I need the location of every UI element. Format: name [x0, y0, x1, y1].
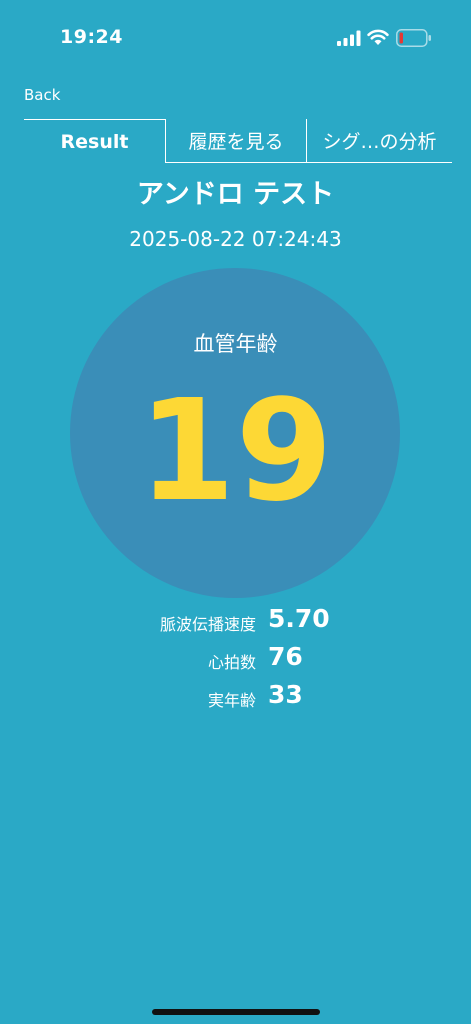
metric-actual-age: 実年齢 33: [0, 680, 471, 716]
metric-label: 実年齢: [207, 691, 256, 710]
tab-bar: Result 履歴を見る シグ…の分析: [24, 119, 452, 163]
user-name: アンドロ テスト: [136, 179, 335, 210]
metric-pwv: 脈波伝播速度 5.70: [0, 604, 471, 640]
metric-label: 脈波伝播速度: [159, 615, 256, 634]
measurement-timestamp: 2025-08-22 07:24:43: [129, 227, 342, 251]
metric-label: 心拍数: [207, 653, 256, 672]
status-bar: 19:24: [0, 0, 471, 76]
battery-low-icon: [396, 29, 431, 47]
home-indicator[interactable]: [152, 1009, 320, 1015]
metric-heart-rate: 心拍数 76: [0, 642, 471, 678]
tab-signal-analysis[interactable]: シグ…の分析: [307, 119, 452, 163]
tab-history[interactable]: 履歴を見る: [166, 119, 307, 163]
metric-value: 5.70: [268, 604, 330, 633]
vascular-age-label: 血管年齢: [193, 332, 278, 356]
metric-value: 76: [268, 642, 303, 671]
tab-result[interactable]: Result: [24, 119, 166, 163]
cellular-signal-icon: [337, 30, 361, 46]
back-button[interactable]: Back: [24, 86, 60, 104]
status-time: 19:24: [60, 26, 123, 48]
vascular-age-value: 19: [138, 370, 333, 533]
wifi-icon: [367, 29, 389, 45]
metric-value: 33: [268, 680, 303, 709]
